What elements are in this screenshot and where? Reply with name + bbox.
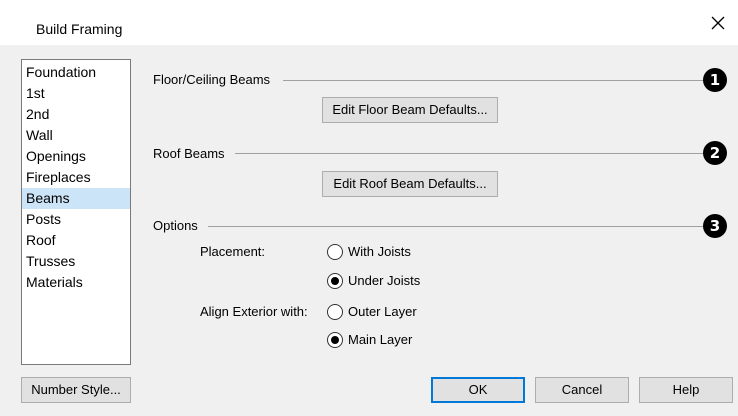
number-style-button[interactable]: Number Style... [21, 377, 131, 403]
edit-floor-beam-defaults-button[interactable]: Edit Floor Beam Defaults... [322, 97, 498, 123]
radio-main-layer[interactable] [327, 332, 343, 348]
list-item-trusses[interactable]: Trusses [22, 251, 130, 272]
help-button[interactable]: Help [639, 377, 733, 403]
list-item-beams[interactable]: Beams [22, 188, 130, 209]
list-item-materials[interactable]: Materials [22, 272, 130, 293]
callout-marker-3: 3 [703, 214, 727, 238]
radio-under-joists[interactable] [327, 273, 343, 289]
radio-under-joists-label[interactable]: Under Joists [348, 273, 420, 288]
list-item-roof[interactable]: Roof [22, 230, 130, 251]
radio-with-joists-label[interactable]: With Joists [348, 244, 411, 259]
dialog-title: Build Framing [36, 21, 123, 37]
list-item-2nd[interactable]: 2nd [22, 104, 130, 125]
callout-marker-1: 1 [703, 68, 727, 92]
group-divider [208, 226, 703, 227]
callout-marker-2: 2 [703, 141, 727, 165]
category-list[interactable]: Foundation 1st 2nd Wall Openings Firepla… [21, 59, 131, 365]
list-item-posts[interactable]: Posts [22, 209, 130, 230]
cancel-button[interactable]: Cancel [535, 377, 629, 403]
list-item-openings[interactable]: Openings [22, 146, 130, 167]
edit-roof-beam-defaults-button[interactable]: Edit Roof Beam Defaults... [322, 171, 498, 197]
list-item-wall[interactable]: Wall [22, 125, 130, 146]
build-framing-dialog: Build Framing Foundation 1st 2nd Wall Op… [0, 0, 738, 416]
radio-with-joists[interactable] [327, 244, 343, 260]
list-item-fireplaces[interactable]: Fireplaces [22, 167, 130, 188]
floor-ceiling-beams-heading: Floor/Ceiling Beams [153, 72, 271, 87]
list-item-foundation[interactable]: Foundation [22, 62, 130, 83]
group-divider [235, 153, 703, 154]
close-icon[interactable] [710, 15, 726, 31]
options-heading: Options [153, 218, 198, 233]
align-exterior-label: Align Exterior with: [200, 304, 308, 319]
group-divider [283, 80, 703, 81]
list-item-1st[interactable]: 1st [22, 83, 130, 104]
title-bar: Build Framing [0, 0, 738, 45]
roof-beams-heading: Roof Beams [153, 146, 225, 161]
ok-button[interactable]: OK [431, 377, 525, 403]
radio-outer-layer-label[interactable]: Outer Layer [348, 304, 417, 319]
placement-label: Placement: [200, 244, 266, 259]
radio-main-layer-label[interactable]: Main Layer [348, 332, 412, 347]
radio-outer-layer[interactable] [327, 304, 343, 320]
